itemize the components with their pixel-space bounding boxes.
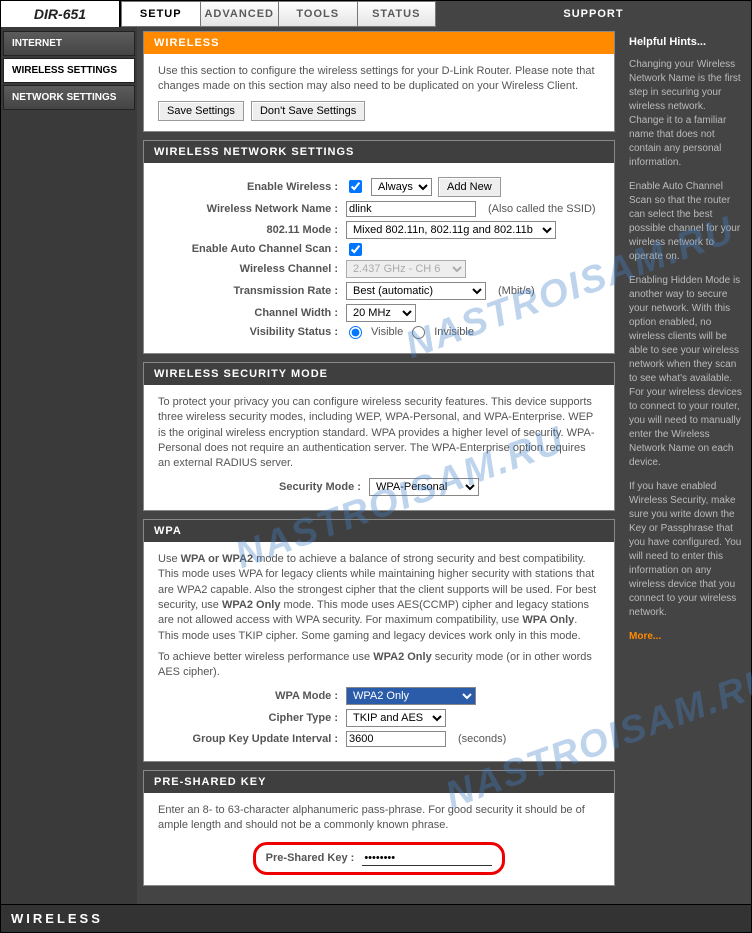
- enable-wireless-checkbox[interactable]: [349, 180, 362, 193]
- wpa-mode-select[interactable]: WPA2 Only: [346, 687, 476, 705]
- section-wpa-title: WPA: [144, 520, 614, 542]
- section-wns-title: WIRELESS NETWORK SETTINGS: [144, 141, 614, 163]
- sidebar: INTERNET WIRELESS SETTINGS NETWORK SETTI…: [1, 27, 137, 904]
- gkui-input[interactable]: [346, 731, 446, 747]
- security-mode-label: Security Mode :: [279, 481, 361, 493]
- wireless-intro: Use this section to configure the wirele…: [158, 64, 600, 95]
- ssid-label: Wireless Network Name :: [158, 203, 338, 215]
- hints-more-link[interactable]: More...: [629, 631, 661, 642]
- psk-input[interactable]: [362, 851, 492, 866]
- hints-panel: Helpful Hints... Changing your Wireless …: [621, 27, 751, 904]
- tab-status[interactable]: STATUS: [358, 1, 437, 27]
- hints-p2: Enable Auto Channel Scan so that the rou…: [629, 180, 743, 264]
- wpa-desc2: To achieve better wireless performance u…: [158, 650, 600, 681]
- ssid-input[interactable]: [346, 201, 476, 217]
- tab-setup[interactable]: SETUP: [121, 1, 201, 27]
- tab-advanced[interactable]: ADVANCED: [201, 1, 280, 27]
- save-button[interactable]: Save Settings: [158, 101, 244, 121]
- rate-select[interactable]: Best (automatic): [346, 282, 486, 300]
- hints-title: Helpful Hints...: [629, 35, 743, 50]
- sidebar-item-internet[interactable]: INTERNET: [3, 31, 135, 56]
- enable-wireless-label: Enable Wireless :: [158, 181, 338, 193]
- section-wireless-title: WIRELESS: [144, 32, 614, 54]
- main-content: NASTROISAM.RU NASTROISAM.RU NASTROISAM.R…: [137, 27, 621, 904]
- visibility-visible-radio[interactable]: [349, 326, 362, 339]
- psk-label: Pre-Shared Key :: [266, 852, 355, 864]
- tab-tools[interactable]: TOOLS: [279, 1, 358, 27]
- visibility-label: Visibility Status :: [158, 326, 338, 338]
- hints-p1: Changing your Wireless Network Name is t…: [629, 58, 743, 170]
- section-psk-title: PRE-SHARED KEY: [144, 771, 614, 793]
- hints-p3: Enabling Hidden Mode is another way to s…: [629, 274, 743, 470]
- channel-label: Wireless Channel :: [158, 263, 338, 275]
- sidebar-item-network[interactable]: NETWORK SETTINGS: [3, 85, 135, 110]
- psk-highlight: Pre-Shared Key :: [253, 842, 506, 875]
- wpa-mode-label: WPA Mode :: [158, 690, 338, 702]
- psk-desc: Enter an 8- to 63-character alphanumeric…: [158, 803, 600, 834]
- gkui-unit: (seconds): [458, 733, 506, 745]
- cipher-label: Cipher Type :: [158, 712, 338, 724]
- section-wsm-title: WIRELESS SECURITY MODE: [144, 363, 614, 385]
- wsm-desc: To protect your privacy you can configur…: [158, 395, 600, 472]
- auto-chan-label: Enable Auto Channel Scan :: [158, 243, 338, 255]
- mode-label: 802.11 Mode :: [158, 224, 338, 236]
- mode-select[interactable]: Mixed 802.11n, 802.11g and 802.11b: [346, 221, 556, 239]
- channel-select: 2.437 GHz - CH 6: [346, 260, 466, 278]
- wpa-desc1: Use WPA or WPA2 mode to achieve a balanc…: [158, 552, 600, 644]
- visibility-visible-text: Visible: [371, 326, 403, 338]
- add-new-button[interactable]: Add New: [438, 177, 501, 197]
- rate-label: Transmission Rate :: [158, 285, 338, 297]
- schedule-select[interactable]: Always: [371, 178, 432, 196]
- hints-p4: If you have enabled Wireless Security, m…: [629, 480, 743, 620]
- security-mode-select[interactable]: WPA-Personal: [369, 478, 479, 496]
- auto-chan-checkbox[interactable]: [349, 243, 362, 256]
- rate-unit: (Mbit/s): [498, 285, 535, 297]
- tab-support[interactable]: SUPPORT: [436, 1, 751, 27]
- cipher-select[interactable]: TKIP and AES: [346, 709, 446, 727]
- sidebar-item-wireless[interactable]: WIRELESS SETTINGS: [3, 58, 135, 83]
- model-label: DIR-651: [1, 1, 121, 27]
- width-label: Channel Width :: [158, 307, 338, 319]
- visibility-invisible-radio[interactable]: [412, 326, 425, 339]
- ssid-note: (Also called the SSID): [488, 203, 596, 215]
- dont-save-button[interactable]: Don't Save Settings: [251, 101, 365, 121]
- width-select[interactable]: 20 MHz: [346, 304, 416, 322]
- gkui-label: Group Key Update Interval :: [158, 733, 338, 745]
- visibility-invisible-text: Invisible: [434, 326, 474, 338]
- footer-title: WIRELESS: [1, 904, 751, 932]
